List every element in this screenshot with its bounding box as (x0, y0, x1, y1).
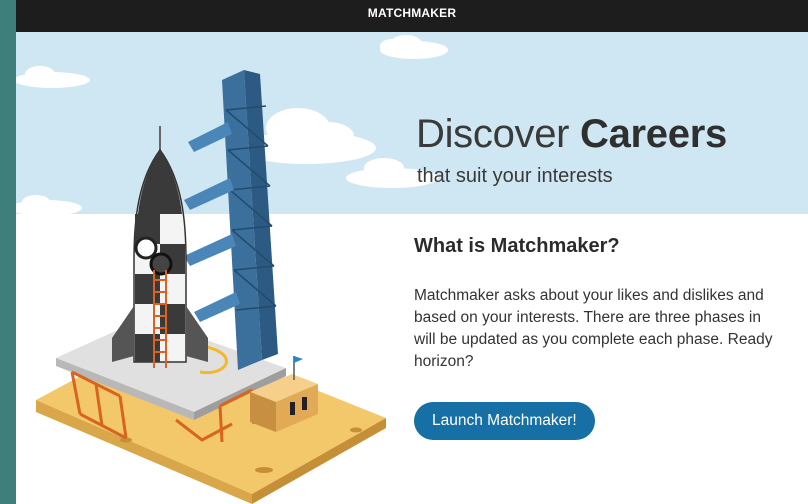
about-heading: What is Matchmaker? (414, 235, 620, 257)
about-description: Matchmaker asks about your likes and dis… (414, 285, 808, 373)
about-line: will be updated as you complete each pha… (414, 331, 773, 348)
cloud-icon (380, 35, 448, 59)
about-line: based on your interests. There are three… (414, 309, 761, 326)
hero-title: Discover Careers (416, 112, 727, 157)
rocket-launch-illustration (16, 35, 448, 504)
flag-icon (294, 356, 303, 363)
about-line: horizon? (414, 353, 474, 370)
cloud-icon (16, 66, 90, 88)
rocket (112, 126, 208, 368)
hero-title-light: Discover (416, 112, 580, 156)
page-frame: MATCHMAKER Discover Careers that suit yo… (16, 0, 808, 504)
hero-subtitle: that suit your interests (417, 165, 613, 187)
hero-title-bold: Careers (580, 112, 727, 156)
launch-matchmaker-button[interactable]: Launch Matchmaker! (414, 402, 595, 440)
cloud-icon (16, 195, 82, 216)
about-line: Matchmaker asks about your likes and dis… (414, 287, 764, 304)
